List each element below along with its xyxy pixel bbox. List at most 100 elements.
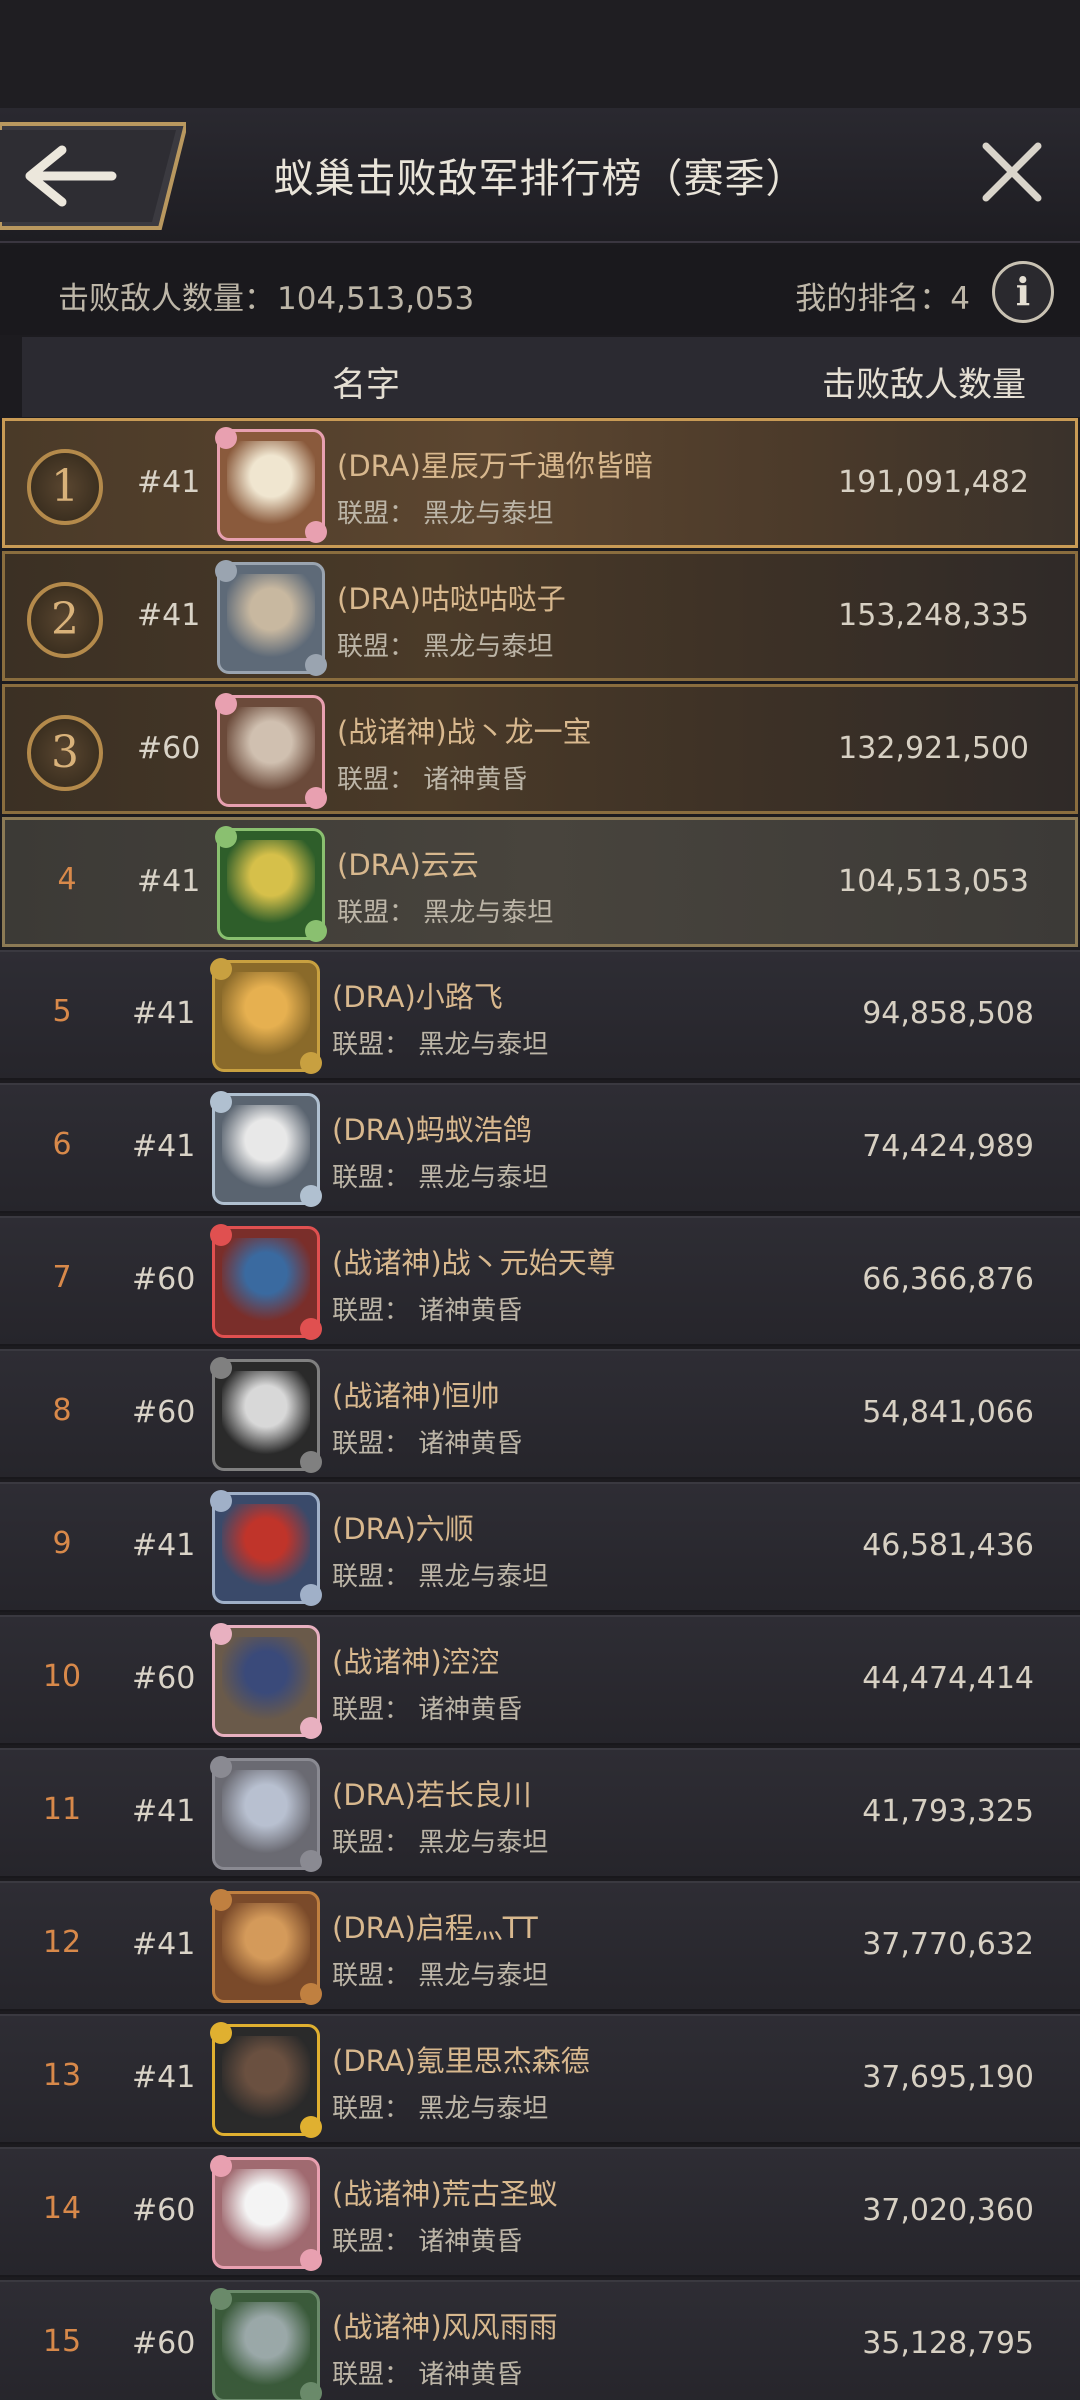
info-icon[interactable]: i [992, 261, 1054, 323]
avatar-decoration-icon [215, 826, 237, 848]
server-id: #41 [137, 465, 201, 500]
avatar-decoration-icon [215, 560, 237, 582]
player-name: (战诸神)恒帅 [332, 1379, 500, 1413]
total-kills-value: 104,513,053 [277, 281, 475, 317]
alliance-name: 联盟： 黑龙与泰坦 [337, 499, 554, 529]
my-rank-value: 4 [950, 281, 970, 317]
rank-number: 7 [52, 1260, 72, 1295]
leaderboard-row[interactable]: 10 #60 (战诸神)涳涳 联盟： 诸神黄昏 44,474,414 [0, 1615, 1080, 1745]
avatar-decoration-icon [300, 2382, 322, 2400]
rank-medal-icon: 1 [27, 449, 103, 525]
server-id: #41 [132, 1794, 196, 1829]
rank-number: 12 [42, 1925, 82, 1960]
player-name: (DRA)星辰万千遇你皆暗 [337, 449, 653, 483]
player-name: (DRA)启程灬TT [332, 1911, 538, 1945]
kill-count: 46,581,436 [862, 1528, 1034, 1563]
player-name: (战诸神)战丶龙一宝 [337, 715, 592, 749]
avatar-decoration-icon [300, 1983, 322, 2005]
player-name: (DRA)若长良川 [332, 1778, 532, 1812]
avatar-decoration-icon [215, 693, 237, 715]
avatar[interactable] [210, 2288, 322, 2400]
avatar-image [222, 2036, 310, 2124]
avatar-decoration-icon [300, 2116, 322, 2138]
page-title: 蚁巢击败敌军排行榜（赛季） [273, 156, 807, 202]
avatar-image [227, 707, 315, 795]
leaderboard-row[interactable]: 3 #60 (战诸神)战丶龙一宝 联盟： 诸神黄昏 132,921,500 [2, 684, 1078, 814]
player-name: (DRA)云云 [337, 848, 479, 882]
avatar-decoration-icon [300, 1451, 322, 1473]
total-kills: 击败敌人数量：104,513,053 [58, 273, 474, 318]
alliance-name: 联盟： 黑龙与泰坦 [332, 2094, 549, 2124]
back-button[interactable] [0, 120, 186, 232]
alliance-name: 联盟： 诸神黄昏 [332, 1296, 523, 1326]
rank-number: 9 [52, 1526, 72, 1561]
leaderboard-row[interactable]: 8 #60 (战诸神)恒帅 联盟： 诸神黄昏 54,841,066 [0, 1349, 1080, 1479]
avatar[interactable] [215, 826, 327, 942]
rank-number: 4 [57, 862, 77, 897]
avatar-decoration-icon [300, 1850, 322, 1872]
kill-count: 41,793,325 [862, 1794, 1034, 1829]
avatar[interactable] [210, 958, 322, 1074]
avatar[interactable] [210, 1091, 322, 1207]
leaderboard-row[interactable]: 9 #41 (DRA)六顺 联盟： 黑龙与泰坦 46,581,436 [0, 1482, 1080, 1612]
leaderboard-row[interactable]: 2 #41 (DRA)咕哒咕哒子 联盟： 黑龙与泰坦 153,248,335 [2, 551, 1078, 681]
leaderboard-row[interactable]: 13 #41 (DRA)氪里思杰森德 联盟： 黑龙与泰坦 37,695,190 [0, 2014, 1080, 2144]
server-id: #41 [132, 1528, 196, 1563]
avatar[interactable] [210, 1623, 322, 1739]
leaderboard-row[interactable]: 12 #41 (DRA)启程灬TT 联盟： 黑龙与泰坦 37,770,632 [0, 1881, 1080, 2011]
avatar-image [222, 972, 310, 1060]
avatar-decoration-icon [210, 1756, 232, 1778]
close-button[interactable] [972, 132, 1052, 212]
player-name: (DRA)蚂蚁浩鸽 [332, 1113, 532, 1147]
alliance-name: 联盟： 黑龙与泰坦 [332, 1030, 549, 1060]
avatar[interactable] [210, 2022, 322, 2138]
kill-count: 35,128,795 [862, 2326, 1034, 2361]
kill-count: 37,020,360 [862, 2193, 1034, 2228]
header: 蚁巢击败敌军排行榜（赛季） [0, 108, 1080, 243]
avatar-image [222, 1238, 310, 1326]
avatar[interactable] [215, 427, 327, 543]
avatar-decoration-icon [300, 1185, 322, 1207]
avatar-decoration-icon [215, 427, 237, 449]
close-icon [982, 142, 1042, 202]
avatar[interactable] [210, 1889, 322, 2005]
kill-count: 37,695,190 [862, 2060, 1034, 2095]
leaderboard-row[interactable]: 1 #41 (DRA)星辰万千遇你皆暗 联盟： 黑龙与泰坦 191,091,48… [2, 418, 1078, 548]
leaderboard-row[interactable]: 14 #60 (战诸神)荒古圣蚁 联盟： 诸神黄昏 37,020,360 [0, 2147, 1080, 2277]
avatar-image [222, 1504, 310, 1592]
alliance-name: 联盟： 诸神黄昏 [332, 2227, 523, 2257]
alliance-name: 联盟： 诸神黄昏 [337, 765, 528, 795]
column-kills: 击败敌人数量 [822, 365, 1026, 405]
avatar[interactable] [210, 1756, 322, 1872]
avatar[interactable] [215, 560, 327, 676]
rank-number: 8 [52, 1393, 72, 1428]
avatar-decoration-icon [300, 1052, 322, 1074]
leaderboard-row[interactable]: 15 #60 (战诸神)风风雨雨 联盟： 诸神黄昏 35,128,795 [0, 2280, 1080, 2400]
leaderboard-row[interactable]: 7 #60 (战诸神)战丶元始天尊 联盟： 诸神黄昏 66,366,876 [0, 1216, 1080, 1346]
server-id: #41 [137, 598, 201, 633]
alliance-name: 联盟： 黑龙与泰坦 [337, 898, 554, 928]
leaderboard-row[interactable]: 5 #41 (DRA)小路飞 联盟： 黑龙与泰坦 94,858,508 [0, 950, 1080, 1080]
avatar[interactable] [210, 2155, 322, 2271]
player-name: (战诸神)战丶元始天尊 [332, 1246, 616, 1280]
player-name: (战诸神)涳涳 [332, 1645, 500, 1679]
server-id: #60 [132, 1661, 196, 1696]
rank-number: 6 [52, 1127, 72, 1162]
avatar[interactable] [210, 1490, 322, 1606]
alliance-name: 联盟： 诸神黄昏 [332, 1429, 523, 1459]
leaderboard-row[interactable]: 6 #41 (DRA)蚂蚁浩鸽 联盟： 黑龙与泰坦 74,424,989 [0, 1083, 1080, 1213]
leaderboard-row[interactable]: 4 #41 (DRA)云云 联盟： 黑龙与泰坦 104,513,053 [2, 817, 1078, 947]
leaderboard-row[interactable]: 11 #41 (DRA)若长良川 联盟： 黑龙与泰坦 41,793,325 [0, 1748, 1080, 1878]
my-rank: 我的排名：4 [795, 273, 970, 318]
avatar[interactable] [210, 1224, 322, 1340]
avatar-decoration-icon [210, 1091, 232, 1113]
rank-number: 5 [52, 994, 72, 1029]
rank-medal-icon: 2 [27, 582, 103, 658]
avatar[interactable] [210, 1357, 322, 1473]
rank-number: 11 [42, 1792, 82, 1827]
avatar-decoration-icon [305, 521, 327, 543]
avatar-decoration-icon [300, 1318, 322, 1340]
player-name: (战诸神)荒古圣蚁 [332, 2177, 558, 2211]
avatar-decoration-icon [210, 2022, 232, 2044]
avatar[interactable] [215, 693, 327, 809]
